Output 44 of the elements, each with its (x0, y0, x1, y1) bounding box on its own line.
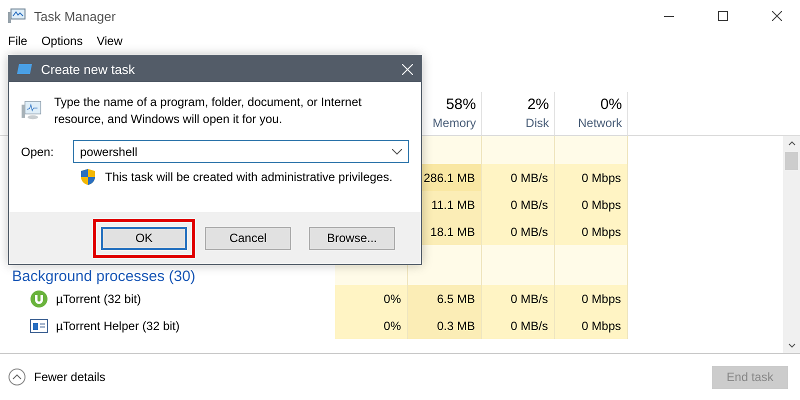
table-cell: 0% (335, 285, 408, 312)
privileges-note: This task will be created with administrative privileges. (105, 170, 392, 184)
table-cell: 0 MB/s (482, 285, 555, 312)
window-icon (30, 318, 48, 332)
table-cell: 0 Mbps (555, 164, 628, 191)
table-cell: 0 Mbps (555, 218, 628, 245)
scroll-thumb[interactable] (785, 152, 798, 170)
dialog-button[interactable]: OK (101, 226, 187, 250)
column-header[interactable]: 2% Disk (482, 92, 555, 135)
table-cell: 0% (335, 312, 408, 339)
shield-icon (81, 169, 95, 185)
dialog-button[interactable]: Cancel (205, 226, 291, 250)
window-title: Task Manager (34, 8, 117, 24)
run-icon (17, 63, 33, 75)
fewer-details-link[interactable]: Fewer details (34, 370, 704, 384)
menu-item[interactable]: File (8, 34, 28, 52)
table-cell: 6.5 MB (408, 285, 482, 312)
table-cell: 0 Mbps (555, 191, 628, 218)
process-name: µTorrent (32 bit) (56, 292, 141, 306)
table-cell: 0 Mbps (555, 312, 628, 339)
menu-item[interactable]: View (96, 34, 122, 52)
menu-item[interactable]: Options (41, 34, 83, 52)
table-cell: 0 MB/s (482, 218, 555, 245)
minimize-icon[interactable] (664, 14, 674, 18)
dialog-message: Type the name of a program, folder, document, or Internet resource, and Windows will open it for you. (54, 94, 363, 128)
table-cell: 0.3 MB (408, 312, 482, 339)
dialog-button[interactable]: Browse... (309, 226, 395, 250)
table-cell: 0 MB/s (482, 312, 555, 339)
open-label: Open: (21, 144, 55, 158)
dialog-title: Create new task (41, 62, 136, 76)
close-icon[interactable] (772, 11, 782, 21)
table-cell: 0 MB/s (482, 191, 555, 218)
table-cell: 0 MB/s (482, 164, 555, 191)
collapse-icon[interactable] (8, 368, 26, 386)
group-heading: Background processes (30) (12, 268, 196, 285)
scrollbar[interactable] (783, 136, 800, 353)
table-cell: 0 Mbps (555, 285, 628, 312)
dropdown-icon[interactable] (392, 148, 402, 154)
monitor-chart-icon (8, 8, 26, 24)
open-field[interactable]: powershell (73, 140, 409, 163)
torrent-icon (30, 290, 48, 308)
maximize-icon[interactable] (718, 11, 728, 21)
process-name: µTorrent Helper (32 bit) (56, 318, 180, 332)
column-header[interactable]: 0% Network (555, 92, 628, 135)
